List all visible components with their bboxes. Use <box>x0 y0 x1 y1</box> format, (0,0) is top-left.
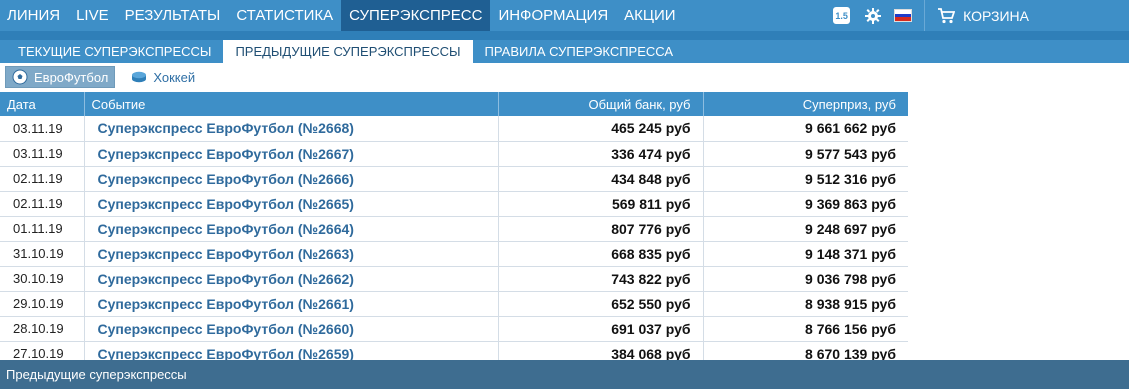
row-date: 29.10.19 <box>0 291 85 317</box>
row-prize: 9 577 543 руб <box>703 141 908 167</box>
row-date: 28.10.19 <box>0 316 85 342</box>
table-header-row: Дата Событие Общий банк, руб Суперприз, … <box>0 92 908 116</box>
row-date: 02.11.19 <box>0 191 85 217</box>
row-date: 03.11.19 <box>0 141 85 167</box>
soccer-ball-icon <box>12 69 28 85</box>
row-bank: 652 550 руб <box>498 291 704 317</box>
row-prize: 9 148 371 руб <box>703 241 908 267</box>
table-row: 31.10.19 Суперэкспресс ЕвроФутбол (№2663… <box>0 241 908 267</box>
row-event-link[interactable]: Суперэкспресс ЕвроФутбол (№2667) <box>84 141 499 167</box>
filter-hockey[interactable]: Хоккей <box>125 66 201 88</box>
nav-item-promotions[interactable]: АКЦИИ <box>616 0 683 31</box>
row-event-link[interactable]: Суперэкспресс ЕвроФутбол (№2661) <box>84 291 499 317</box>
row-prize: 9 369 863 руб <box>703 191 908 217</box>
nav-item-superexpress[interactable]: СУПЕРЭКСПРЕСС <box>341 0 491 31</box>
nav-item-statistics[interactable]: СТАТИСТИКА <box>228 0 341 31</box>
row-date: 03.11.19 <box>0 116 85 142</box>
row-event-link[interactable]: Суперэкспресс ЕвроФутбол (№2665) <box>84 191 499 217</box>
status-bar: Предыдущие суперэкспрессы <box>0 360 1129 389</box>
row-event-link[interactable]: Суперэкспресс ЕвроФутбол (№2660) <box>84 316 499 342</box>
column-header-prize[interactable]: Суперприз, руб <box>703 92 908 116</box>
row-event-link[interactable]: Суперэкспресс ЕвроФутбол (№2663) <box>84 241 499 267</box>
column-header-bank[interactable]: Общий банк, руб <box>498 92 704 116</box>
superexpress-tabs: ТЕКУЩИЕ СУПЕРЭКСПРЕССЫ ПРЕДЫДУЩИЕ СУПЕРЭ… <box>0 31 1129 63</box>
row-prize: 9 036 798 руб <box>703 266 908 292</box>
filter-eurofootball[interactable]: ЕвроФутбол <box>5 66 116 88</box>
superexpress-table: Дата Событие Общий банк, руб Суперприз, … <box>0 92 908 360</box>
row-bank: 668 835 руб <box>498 241 704 267</box>
row-bank: 434 848 руб <box>498 166 704 192</box>
status-bar-label: Предыдущие суперэкспрессы <box>6 367 187 382</box>
table-row: 29.10.19 Суперэкспресс ЕвроФутбол (№2661… <box>0 291 908 317</box>
row-bank: 691 037 руб <box>498 316 704 342</box>
tab-previous-superexpress[interactable]: ПРЕДЫДУЩИЕ СУПЕРЭКСПРЕССЫ <box>223 40 473 63</box>
table-row: 02.11.19 Суперэкспресс ЕвроФутбол (№2665… <box>0 191 908 217</box>
cart-label: КОРЗИНА <box>963 7 1029 24</box>
row-bank: 336 474 руб <box>498 141 704 167</box>
row-date: 30.10.19 <box>0 266 85 292</box>
nav-item-information[interactable]: ИНФОРМАЦИЯ <box>490 0 616 31</box>
row-prize: 9 512 316 руб <box>703 166 908 192</box>
odds-format-button[interactable]: 1.5 <box>833 7 851 24</box>
filter-eurofootball-label: ЕвроФутбол <box>34 69 109 85</box>
cart-button[interactable]: КОРЗИНА <box>937 8 1129 24</box>
column-header-date[interactable]: Дата <box>0 92 85 116</box>
table-row: 02.11.19 Суперэкспресс ЕвроФутбол (№2666… <box>0 166 908 192</box>
cart-icon <box>938 7 956 23</box>
row-event-link[interactable]: Суперэкспресс ЕвроФутбол (№2666) <box>84 166 499 192</box>
row-event-link[interactable]: Суперэкспресс ЕвроФутбол (№2662) <box>84 266 499 292</box>
row-bank: 743 822 руб <box>498 266 704 292</box>
table-row: 03.11.19 Суперэкспресс ЕвроФутбол (№2668… <box>0 116 908 142</box>
row-bank: 384 068 руб <box>498 341 704 360</box>
row-bank: 465 245 руб <box>498 116 704 142</box>
row-prize: 8 670 139 руб <box>703 341 908 360</box>
top-navigation: ЛИНИЯ LIVE РЕЗУЛЬТАТЫ СТАТИСТИКА СУПЕРЭК… <box>0 0 1129 31</box>
table-row: 28.10.19 Суперэкспресс ЕвроФутбол (№2660… <box>0 316 908 342</box>
row-prize: 8 766 156 руб <box>703 316 908 342</box>
header-tools: 1.5 КОРЗИНА <box>833 0 1129 31</box>
tab-superexpress-rules[interactable]: ПРАВИЛА СУПЕРЭКСПРЕССА <box>473 40 686 63</box>
table-row: 01.11.19 Суперэкспресс ЕвроФутбол (№2664… <box>0 216 908 242</box>
filter-hockey-label: Хоккей <box>153 69 196 85</box>
gear-icon[interactable] <box>864 7 882 25</box>
nav-item-results[interactable]: РЕЗУЛЬТАТЫ <box>117 0 229 31</box>
row-bank: 807 776 руб <box>498 216 704 242</box>
header-divider <box>924 0 926 31</box>
row-date: 01.11.19 <box>0 216 85 242</box>
row-bank: 569 811 руб <box>498 191 704 217</box>
row-date: 02.11.19 <box>0 166 85 192</box>
row-date: 27.10.19 <box>0 341 85 360</box>
table-row: 27.10.19 Суперэкспресс ЕвроФутбол (№2659… <box>0 341 908 360</box>
row-event-link[interactable]: Суперэкспресс ЕвроФутбол (№2664) <box>84 216 499 242</box>
column-header-event[interactable]: Событие <box>84 92 499 116</box>
tab-current-superexpress[interactable]: ТЕКУЩИЕ СУПЕРЭКСПРЕССЫ <box>6 40 223 63</box>
row-event-link[interactable]: Суперэкспресс ЕвроФутбол (№2659) <box>84 341 499 360</box>
row-date: 31.10.19 <box>0 241 85 267</box>
table-row: 30.10.19 Суперэкспресс ЕвроФутбол (№2662… <box>0 266 908 292</box>
hockey-puck-icon <box>131 69 147 85</box>
table-row: 03.11.19 Суперэкспресс ЕвроФутбол (№2667… <box>0 141 908 167</box>
row-event-link[interactable]: Суперэкспресс ЕвроФутбол (№2668) <box>84 116 499 142</box>
sport-filters: ЕвроФутбол Хоккей <box>0 63 1129 91</box>
row-prize: 9 248 697 руб <box>703 216 908 242</box>
nav-item-line[interactable]: ЛИНИЯ <box>0 0 68 31</box>
row-prize: 8 938 915 руб <box>703 291 908 317</box>
row-prize: 9 661 662 руб <box>703 116 908 142</box>
russia-flag-icon[interactable] <box>894 9 913 22</box>
nav-item-live[interactable]: LIVE <box>68 0 117 31</box>
